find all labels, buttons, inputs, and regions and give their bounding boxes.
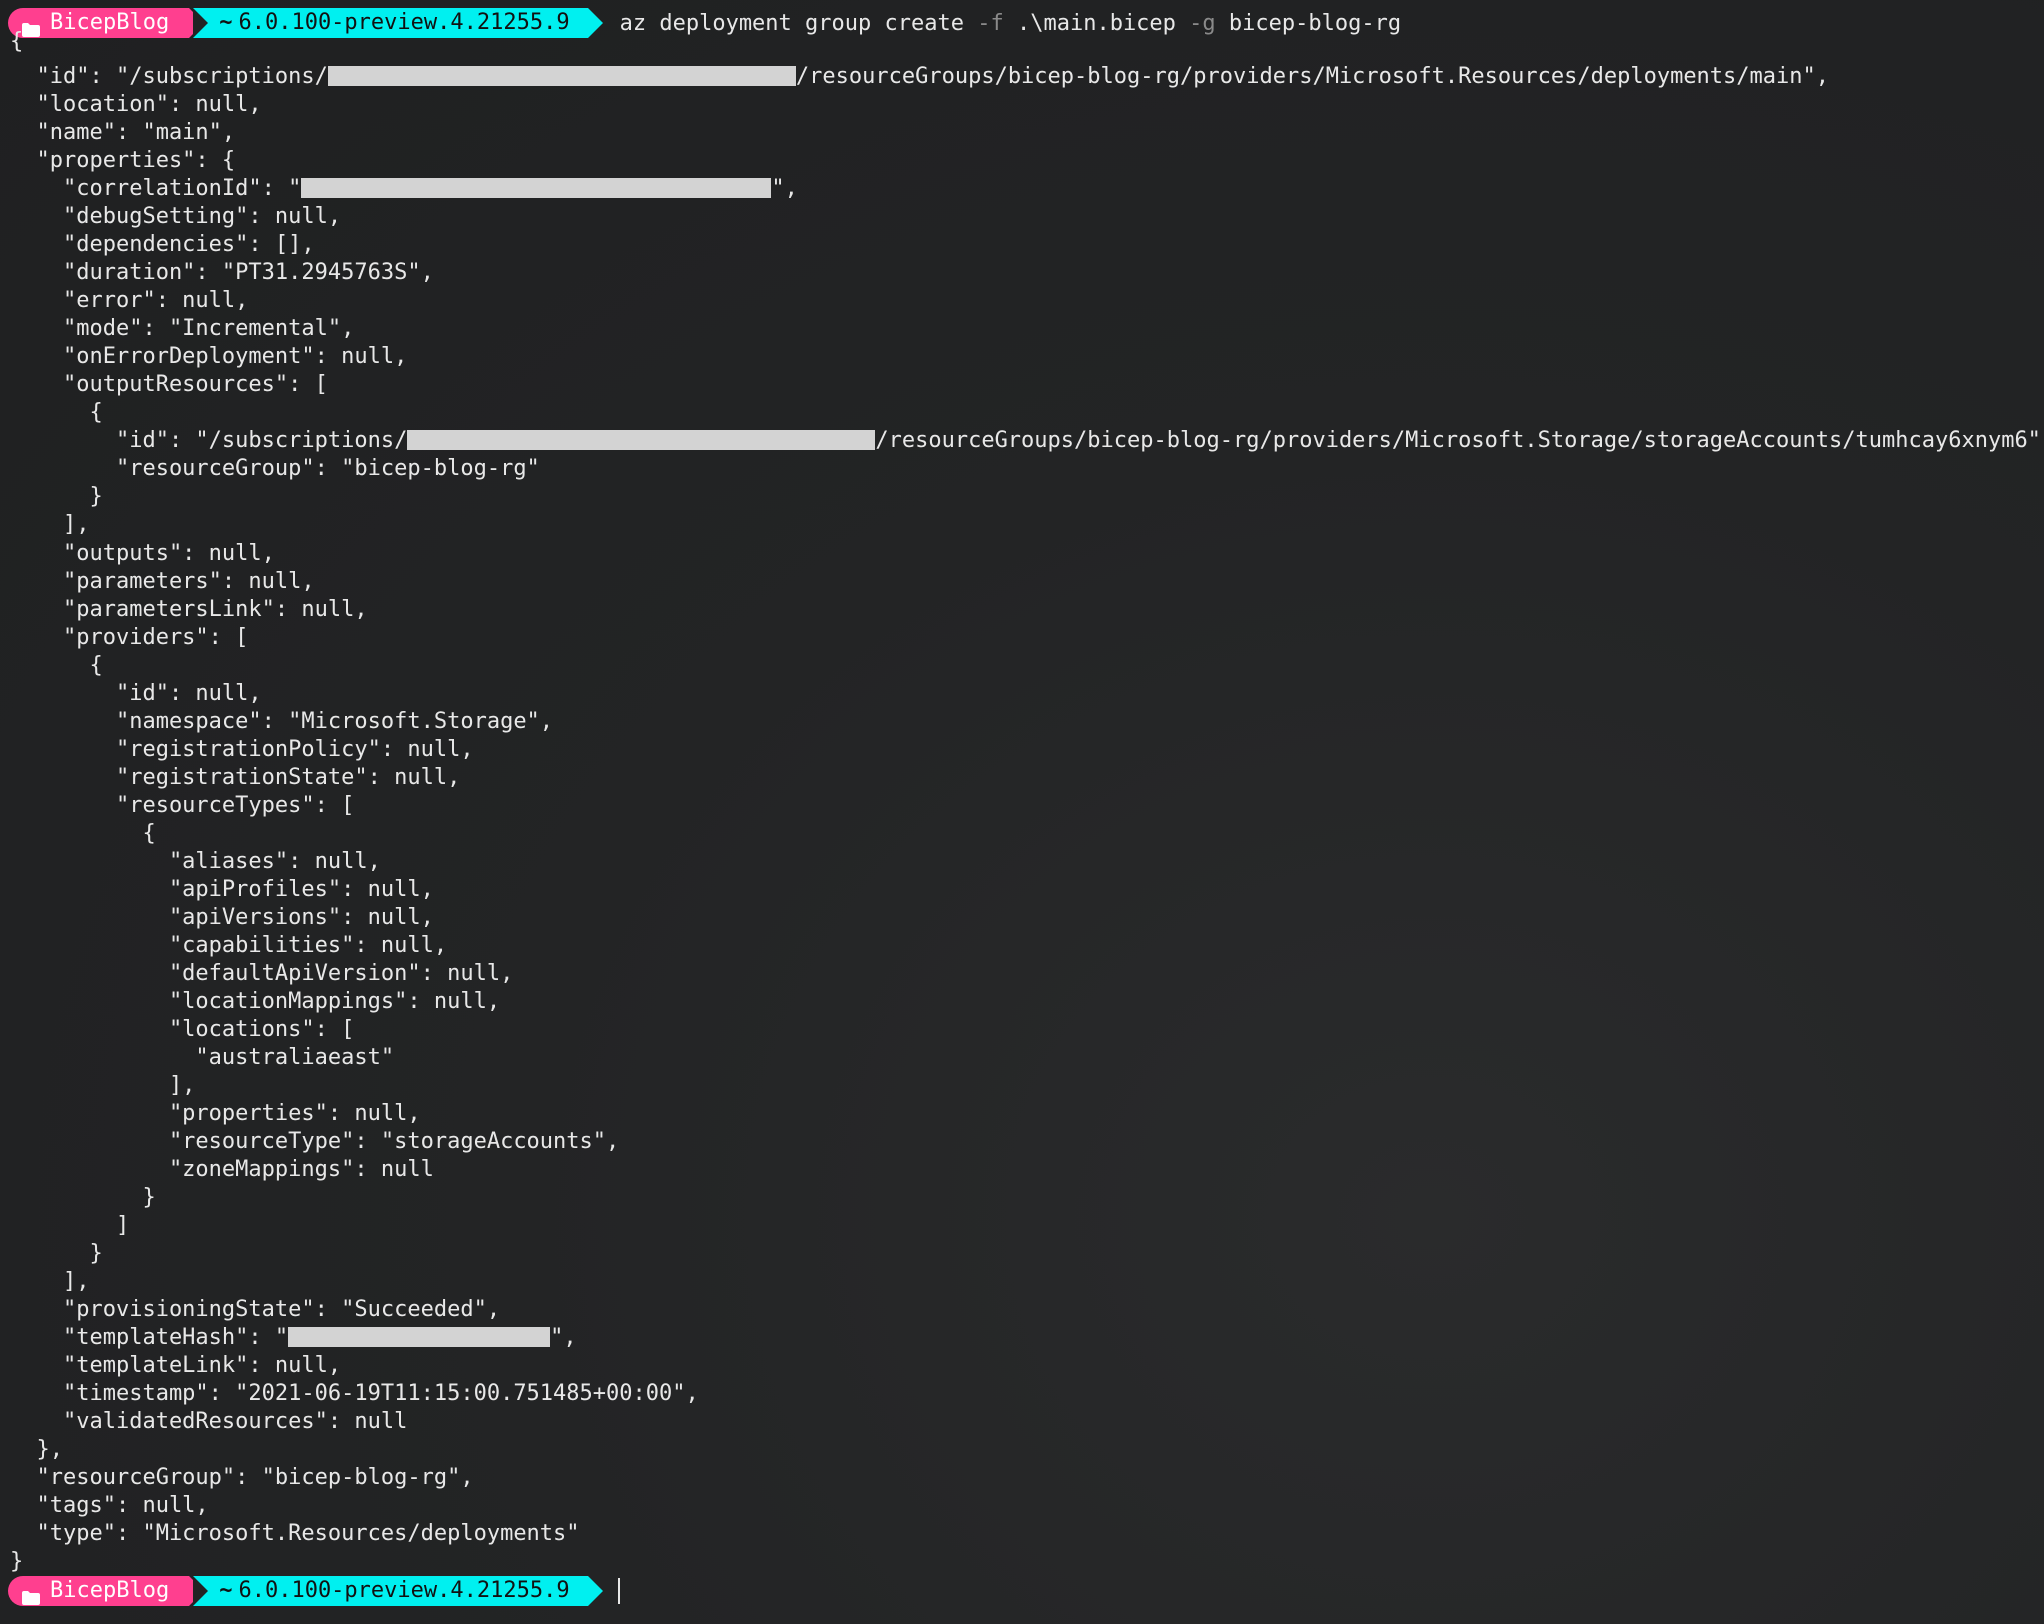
output-line: "templateLink": null, <box>10 1353 342 1378</box>
output-line: "aliases": null, <box>10 849 381 874</box>
output-line: "australiaeast" <box>10 1045 395 1070</box>
output-line: "apiVersions": null, <box>10 905 434 930</box>
output-line: "capabilities": null, <box>10 933 448 958</box>
prompt-sdk-segment: ~ 6.0.100-preview.4.21255.9 <box>193 8 604 38</box>
output-line: }, <box>10 1437 63 1462</box>
prompt-sdk-segment: ~ 6.0.100-preview.4.21255.9 <box>193 1576 604 1606</box>
prompt-sdk-version: 6.0.100-preview.4.21255.9 <box>238 1578 570 1603</box>
output-line: "namespace": "Microsoft.Storage", <box>10 709 554 734</box>
prompt-folder-segment: BicepBlog <box>8 1576 205 1606</box>
output-line: "error": null, <box>10 288 249 313</box>
output-line: "registrationState": null, <box>10 765 461 790</box>
output-line: ], <box>10 1073 196 1098</box>
output-line: "outputResources": [ <box>10 372 328 397</box>
tilde-icon: ~ <box>219 1578 233 1603</box>
terminal-window[interactable]: BicepBlog ~ 6.0.100-preview.4.21255.9 az… <box>0 0 2044 1624</box>
folder-icon <box>22 1584 40 1605</box>
folder-icon <box>22 16 40 37</box>
command-flag-group: -g <box>1189 10 1216 36</box>
output-line: "outputs": null, <box>10 541 275 566</box>
output-line: { <box>10 29 24 54</box>
text-cursor[interactable] <box>617 1578 620 1604</box>
output-line: "dependencies": [], <box>10 232 315 257</box>
redacted-subscription-id <box>407 430 876 450</box>
prompt-sdk-version: 6.0.100-preview.4.21255.9 <box>238 10 570 35</box>
output-line: "location": null, <box>10 92 262 117</box>
output-line: "resourceType": "storageAccounts", <box>10 1129 620 1154</box>
output-line: ], <box>10 1269 90 1294</box>
output-line: "apiProfiles": null, <box>10 877 434 902</box>
output-line: "parametersLink": null, <box>10 597 368 622</box>
redacted-correlation-id <box>301 178 772 198</box>
output-line: "id": "/subscriptions//resourceGroups/bi… <box>10 428 2044 453</box>
output-line: } <box>10 484 103 509</box>
output-line: { <box>10 821 156 846</box>
output-line: "locationMappings": null, <box>10 989 501 1014</box>
output-line: } <box>10 1549 24 1574</box>
output-line: "id": null, <box>10 681 262 706</box>
output-line: "resourceGroup": "bicep-blog-rg", <box>10 1465 474 1490</box>
tilde-icon: ~ <box>219 10 233 35</box>
output-line: "resourceGroup": "bicep-blog-rg" <box>10 456 540 481</box>
output-line: "providers": [ <box>10 625 249 650</box>
output-line: "parameters": null, <box>10 569 315 594</box>
output-line: "properties": null, <box>10 1101 421 1126</box>
output-line: } <box>10 1185 156 1210</box>
output-line: "correlationId": " ", <box>10 176 798 201</box>
redacted-subscription-id <box>327 66 796 86</box>
output-line: "zoneMappings": null <box>10 1157 434 1182</box>
output-line: { <box>10 653 103 678</box>
output-line: "locations": [ <box>10 1017 355 1042</box>
redacted-template-hash <box>288 1327 551 1347</box>
output-line: "onErrorDeployment": null, <box>10 344 408 369</box>
command-flag-file: -f <box>977 10 1004 36</box>
command-text: az deployment group create -f .\main.bic… <box>619 10 1402 36</box>
output-line: } <box>10 1241 103 1266</box>
prompt-line: BicepBlog ~ 6.0.100-preview.4.21255.9 az… <box>8 8 1401 38</box>
output-line: "duration": "PT31.2945763S", <box>10 260 434 285</box>
output-line: "defaultApiVersion": null, <box>10 961 514 986</box>
output-line: ], <box>10 512 90 537</box>
output-line: "registrationPolicy": null, <box>10 737 474 762</box>
output-line: "templateHash": " ", <box>10 1325 577 1350</box>
output-line: "name": "main", <box>10 120 236 145</box>
output-line: "id": "/subscriptions//resourceGroups/bi… <box>10 64 1830 89</box>
prompt-folder-name: BicepBlog <box>50 10 170 35</box>
output-line: "type": "Microsoft.Resources/deployments… <box>10 1521 580 1546</box>
output-line: "tags": null, <box>10 1493 209 1518</box>
prompt-folder-name: BicepBlog <box>50 1578 170 1603</box>
output-line: "properties": { <box>10 148 236 173</box>
output-line: "mode": "Incremental", <box>10 316 355 341</box>
output-line: "timestamp": "2021-06-19T11:15:00.751485… <box>10 1381 699 1406</box>
output-line: "validatedResources": null <box>10 1409 408 1434</box>
prompt-folder-segment: BicepBlog <box>8 8 205 38</box>
output-line: "resourceTypes": [ <box>10 793 355 818</box>
output-line: ] <box>10 1213 130 1238</box>
output-line: "provisioningState": "Succeeded", <box>10 1297 501 1322</box>
output-line: { <box>10 400 103 425</box>
output-line: "debugSetting": null, <box>10 204 342 229</box>
prompt-line: BicepBlog ~ 6.0.100-preview.4.21255.9 <box>8 1576 620 1606</box>
